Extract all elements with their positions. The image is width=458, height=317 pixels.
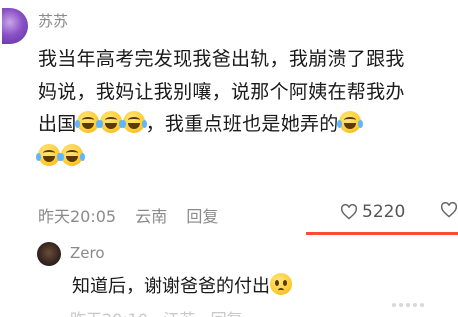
laugh-cry-emoji-icon bbox=[336, 111, 363, 133]
more-icon[interactable] bbox=[392, 292, 432, 307]
comment-line bbox=[36, 141, 454, 174]
laugh-cry-emoji-icon bbox=[59, 143, 85, 166]
laugh-cry-emoji-icon bbox=[36, 143, 62, 166]
reply-meta-partial: 昨天20:10 · 江苏 · 回复 bbox=[70, 306, 458, 317]
comment-time: 昨天20:05 bbox=[38, 207, 117, 226]
comment-segment: ，我重点班也是她弄的 bbox=[145, 113, 339, 135]
heart-icon bbox=[340, 204, 358, 220]
comment-segment: 出国 bbox=[38, 113, 77, 135]
comment-line: 出国 ，我重点班也是她弄的 bbox=[38, 108, 454, 141]
reply-text: 知道后，谢谢爸爸的付出 bbox=[72, 272, 292, 298]
like-button[interactable]: 5220 bbox=[340, 202, 405, 222]
like-count: 5220 bbox=[362, 202, 406, 222]
comment-location: 云南 bbox=[135, 207, 168, 226]
comment-meta: 昨天20:05 云南 回复 bbox=[38, 203, 232, 227]
comment-line: 我当年高考完发现我爸出轨，我崩溃了跟我 bbox=[38, 48, 405, 70]
reply-author[interactable]: Zero bbox=[70, 244, 105, 262]
pleading-emoji-icon bbox=[270, 273, 292, 295]
comment-text: 我当年高考完发现我爸出轨，我崩溃了跟我 妈说，我妈让我别嚷，说那个阿姨在帮我办 … bbox=[36, 43, 454, 174]
laugh-cry-emoji-icon bbox=[120, 111, 147, 133]
commenter-avatar[interactable] bbox=[2, 8, 28, 44]
comment-line: 妈说，我妈让我别嚷，说那个阿姨在帮我办 bbox=[38, 80, 405, 103]
reply-button[interactable]: 回复 bbox=[186, 207, 218, 226]
laugh-cry-emoji-icon bbox=[97, 111, 124, 133]
highlight-bar bbox=[306, 232, 458, 235]
reply-text-body: 知道后，谢谢爸爸的付出 bbox=[72, 276, 270, 297]
reply-avatar[interactable] bbox=[37, 242, 61, 266]
laugh-cry-emoji-icon bbox=[74, 111, 101, 133]
commenter-name[interactable]: 苏苏 bbox=[38, 10, 68, 31]
heart-icon[interactable] bbox=[440, 202, 458, 218]
